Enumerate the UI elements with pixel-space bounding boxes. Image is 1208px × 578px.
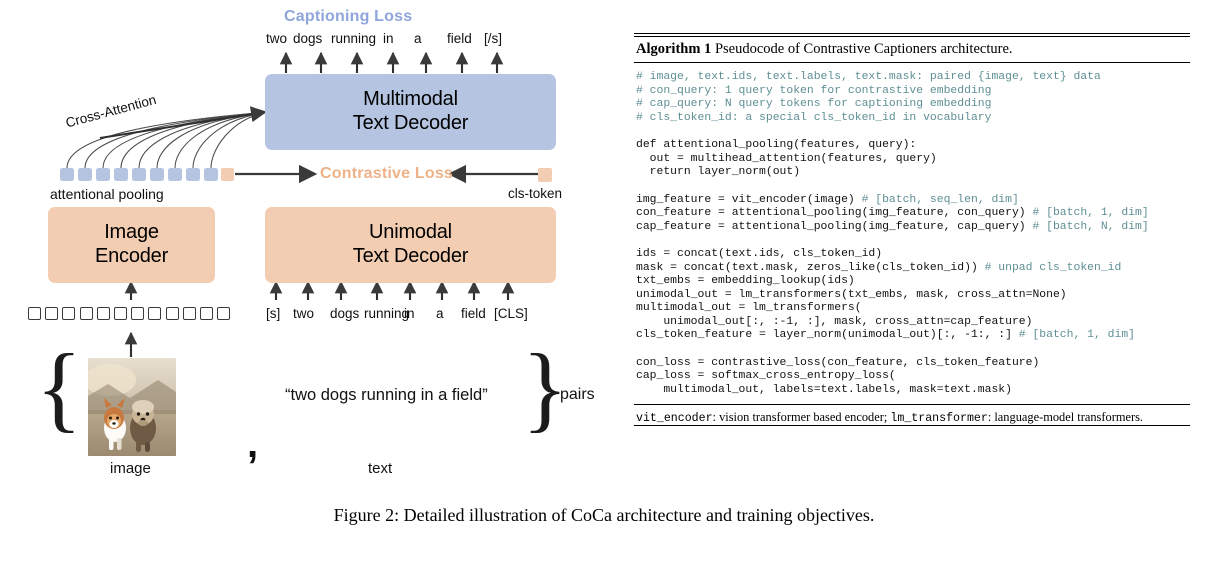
- image-patch-square: [62, 307, 76, 320]
- cls-token-square: [538, 168, 552, 182]
- output-token: field: [447, 31, 472, 46]
- footnote-code-2: lm_transformer: [890, 412, 988, 426]
- image-patch-square: [217, 307, 231, 320]
- unimodal-decoder-line1: Unimodal: [369, 221, 452, 244]
- captioning-loss-label: Captioning Loss: [284, 8, 413, 25]
- algorithm-bottom-rule: [634, 425, 1190, 427]
- image-encoder-line2: Encoder: [94, 245, 169, 267]
- cls-token-label: cls-token: [508, 186, 563, 201]
- input-token: field: [461, 306, 486, 321]
- multimodal-decoder-line1: Multimodal: [363, 88, 458, 111]
- footnote-code-1: vit_encoder: [636, 412, 713, 426]
- input-token: dogs: [330, 306, 360, 321]
- contrastive-query-token-square: [221, 168, 234, 181]
- pooled-token-square: [150, 168, 164, 181]
- algorithm-header: Algorithm 1 Pseudocode of Contrastive Ca…: [634, 37, 1190, 62]
- image-patch-square: [96, 307, 110, 320]
- left-brace: {: [36, 334, 83, 441]
- unimodal-text-decoder-box[interactable]: Unimodal Text Decoder: [265, 207, 556, 283]
- output-token: in: [383, 31, 394, 46]
- output-token: two: [266, 31, 288, 46]
- pooled-token-square: [186, 168, 200, 181]
- image-patch-square: [165, 307, 179, 320]
- cross-attention-label: Cross-Attention: [64, 91, 158, 131]
- multimodal-text-decoder-box[interactable]: Multimodal Text Decoder: [265, 74, 556, 150]
- pooled-token-square: [132, 168, 146, 181]
- pooled-token-square: [78, 168, 92, 181]
- algorithm-footnote: vit_encoder: vision transformer based en…: [634, 405, 1190, 425]
- pooled-token-square: [204, 168, 218, 181]
- pairs-label: pairs: [560, 386, 595, 403]
- unimodal-decoder-line2: Text Decoder: [352, 245, 469, 267]
- footnote-text-1: : vision transformer based encoder;: [712, 410, 891, 425]
- coca-architecture-diagram: Captioning Loss two dogs running in a field [/…: [0, 0, 620, 490]
- figure-caption: Figure 2: Detailed illustration of CoCa …: [333, 505, 875, 525]
- algorithm-title: Pseudocode of Contrastive Captioners arc…: [714, 41, 1013, 58]
- algorithm-number: Algorithm 1: [636, 41, 712, 58]
- image-patch-square: [182, 307, 196, 320]
- input-token: two: [293, 306, 315, 321]
- example-text-caption: “two dogs running in a field”: [285, 386, 488, 404]
- algorithm-box: Algorithm 1 Pseudocode of Contrastive Ca…: [634, 33, 1190, 427]
- pair-comma: ,: [247, 422, 259, 466]
- output-token: [/s]: [484, 31, 503, 46]
- output-token: a: [414, 31, 422, 46]
- image-modality-label: image: [110, 460, 151, 477]
- image-patch-square: [114, 307, 127, 320]
- image-patch-square: [148, 307, 162, 320]
- algorithm-pseudocode: # image, text.ids, text.labels, text.mas…: [636, 71, 1149, 396]
- footnote-text-2: : language-model transformers.: [987, 410, 1144, 425]
- multimodal-decoder-line2: Text Decoder: [352, 112, 469, 134]
- input-token: [CLS]: [494, 306, 528, 321]
- output-token: running: [331, 31, 377, 46]
- text-modality-label: text: [368, 460, 393, 477]
- input-token: [s]: [266, 306, 281, 321]
- input-token: running: [364, 306, 410, 321]
- image-patch-square: [79, 307, 93, 320]
- image-patch-square: [200, 307, 213, 320]
- pooled-token-square: [96, 168, 110, 181]
- pooled-token-square: [114, 168, 128, 181]
- image-encoder-box[interactable]: Image Encoder: [48, 207, 215, 283]
- pooled-token-square: [168, 168, 182, 181]
- contrastive-loss-label: Contrastive Loss: [320, 165, 454, 182]
- input-token: a: [436, 306, 444, 321]
- image-patch-square: [45, 307, 59, 320]
- example-image-thumbnail: [88, 358, 176, 456]
- image-patch-square: [28, 307, 41, 320]
- input-token: in: [404, 306, 415, 321]
- image-patch-square: [131, 307, 145, 320]
- image-encoder-line1: Image: [104, 221, 159, 244]
- pooled-token-square: [60, 168, 74, 181]
- attentional-pooling-label: attentional pooling: [50, 186, 164, 202]
- output-token: dogs: [293, 31, 323, 46]
